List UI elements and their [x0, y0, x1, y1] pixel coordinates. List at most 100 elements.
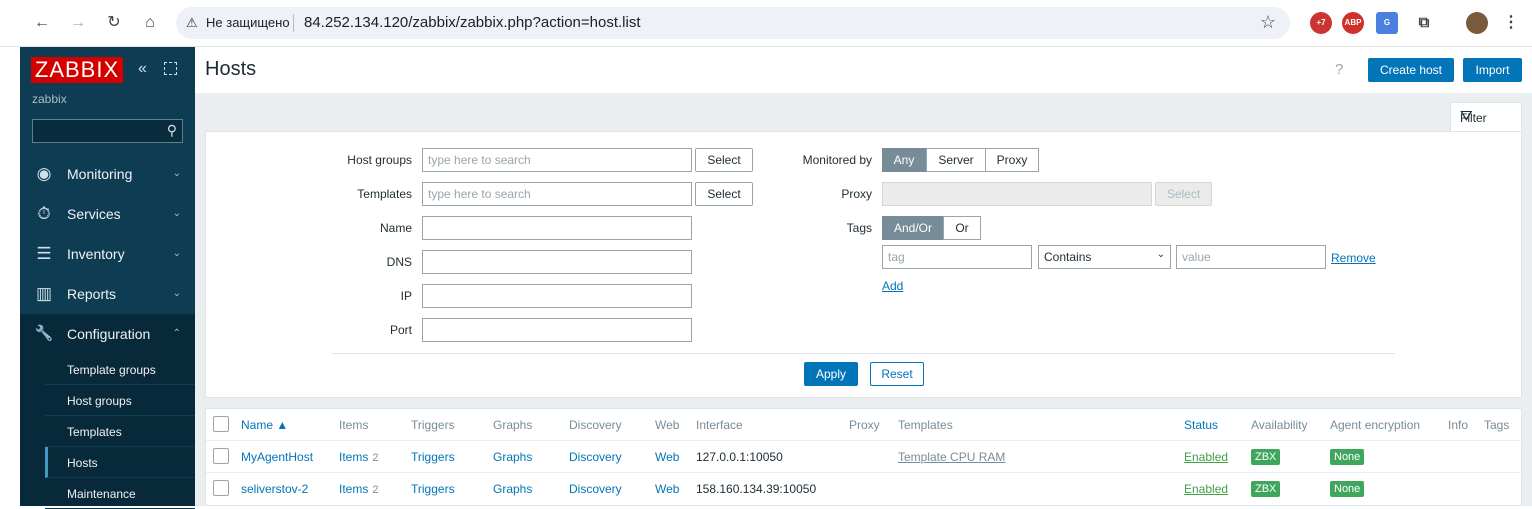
- bookmark-star-icon[interactable]: ☆: [1260, 12, 1276, 33]
- eye-icon: ◉: [36, 164, 52, 183]
- zabbix-logo[interactable]: ZABBIX: [31, 57, 123, 83]
- stopwatch-icon: ⏱: [37, 204, 51, 223]
- search-icon[interactable]: ⚲: [167, 122, 177, 139]
- host-name-link[interactable]: MyAgentHost: [241, 450, 313, 464]
- select-all-checkbox[interactable]: [213, 416, 229, 432]
- tag-value-input[interactable]: value: [1176, 245, 1326, 269]
- triggers-link[interactable]: Triggers: [411, 482, 455, 496]
- tag-input[interactable]: tag: [882, 245, 1032, 269]
- column-header-templates: Templates: [898, 418, 953, 432]
- adblock-icon[interactable]: ABP: [1342, 12, 1364, 34]
- reload-icon[interactable]: ↻: [104, 13, 124, 33]
- home-icon[interactable]: ⌂: [140, 13, 160, 33]
- column-header-status[interactable]: Status: [1184, 418, 1218, 432]
- column-header-name[interactable]: Name ▲: [241, 418, 288, 432]
- create-host-button[interactable]: Create host: [1368, 58, 1454, 82]
- interface-value: 158.160.134.39:10050: [696, 482, 817, 496]
- discovery-link[interactable]: Discovery: [569, 482, 622, 496]
- submenu-templates[interactable]: Templates: [45, 416, 195, 447]
- template-link[interactable]: Template CPU RAM: [898, 450, 1005, 464]
- status-link[interactable]: Enabled: [1184, 482, 1228, 496]
- dns-label: DNS: [386, 255, 412, 269]
- ip-input[interactable]: [422, 284, 692, 308]
- monitored-by-server[interactable]: Server: [926, 148, 986, 172]
- interface-value: 127.0.0.1:10050: [696, 450, 783, 464]
- menu-inventory[interactable]: ☰ Inventory ⌄: [20, 234, 195, 274]
- forward-arrow-icon[interactable]: →: [68, 13, 88, 33]
- items-count: 2: [372, 484, 379, 496]
- submenu-label: Host groups: [67, 394, 132, 408]
- discovery-link[interactable]: Discovery: [569, 450, 622, 464]
- menu-services[interactable]: ⏱ Services ⌄: [20, 194, 195, 234]
- menu-monitoring[interactable]: ◉ Monitoring ⌄: [20, 154, 195, 194]
- chevron-down-icon: ⌄: [172, 248, 181, 259]
- templates-select-button[interactable]: Select: [695, 182, 753, 206]
- tags-or[interactable]: Or: [943, 216, 981, 240]
- profile-avatar[interactable]: [1466, 12, 1488, 34]
- row-checkbox[interactable]: [213, 448, 229, 464]
- items-label: Items: [339, 450, 369, 464]
- graphs-link[interactable]: Graphs: [493, 450, 532, 464]
- proxy-select-button: Select: [1155, 182, 1212, 206]
- chevron-down-icon: ⌄: [1156, 249, 1165, 260]
- translate-icon[interactable]: G: [1376, 12, 1398, 34]
- web-link[interactable]: Web: [655, 450, 679, 464]
- back-arrow-icon[interactable]: ←: [32, 13, 52, 33]
- add-tag-link[interactable]: Add: [882, 279, 903, 293]
- submenu-hosts[interactable]: Hosts: [45, 447, 195, 478]
- remove-tag-link[interactable]: Remove: [1331, 251, 1376, 265]
- templates-input[interactable]: type here to search: [422, 182, 692, 206]
- extension-badge-icon[interactable]: +7: [1310, 12, 1332, 34]
- sidebar-search-input[interactable]: ⚲: [32, 119, 183, 143]
- tags-and-or[interactable]: And/Or: [882, 216, 944, 240]
- filter-tab[interactable]: Filter ⛛: [1450, 102, 1522, 132]
- column-header-web: Web: [655, 418, 680, 432]
- reset-button[interactable]: Reset: [870, 362, 924, 386]
- submenu-label: Templates: [67, 425, 122, 439]
- availability-badge[interactable]: ZBX: [1251, 481, 1281, 497]
- graphs-link[interactable]: Graphs: [493, 482, 532, 496]
- apply-button[interactable]: Apply: [804, 362, 858, 386]
- browser-menu-icon[interactable]: ⋮: [1500, 12, 1522, 34]
- extensions-puzzle-icon[interactable]: ⧉: [1413, 12, 1435, 34]
- row-checkbox[interactable]: [213, 480, 229, 496]
- web-link[interactable]: Web: [655, 482, 679, 496]
- host-groups-select-button[interactable]: Select: [695, 148, 753, 172]
- items-link[interactable]: Items 2: [339, 450, 378, 464]
- divider: [293, 14, 294, 32]
- browser-toolbar: ← → ↻ ⌂ ⚠ Не защищено 84.252.134.120/zab…: [0, 0, 1532, 47]
- menu-configuration[interactable]: 🔧 Configuration ⌃: [20, 314, 195, 354]
- column-header-proxy: Proxy: [849, 418, 880, 432]
- submenu-template-groups[interactable]: Template groups: [45, 354, 195, 385]
- address-bar[interactable]: ⚠ Не защищено 84.252.134.120/zabbix/zabb…: [176, 7, 1290, 39]
- menu-label: Reports: [67, 286, 117, 302]
- items-link[interactable]: Items 2: [339, 482, 378, 496]
- availability-badge[interactable]: ZBX: [1251, 449, 1281, 465]
- name-input[interactable]: [422, 216, 692, 240]
- column-header-graphs: Graphs: [493, 418, 533, 432]
- host-groups-input[interactable]: type here to search: [422, 148, 692, 172]
- menu-label: Monitoring: [67, 166, 133, 182]
- tag-operator-select[interactable]: Contains ⌄: [1038, 245, 1171, 269]
- ip-label: IP: [400, 289, 412, 303]
- monitored-by-label: Monitored by: [802, 153, 872, 167]
- kiosk-mode-icon[interactable]: [164, 62, 177, 75]
- collapse-sidebar-icon[interactable]: «: [138, 60, 147, 78]
- monitored-by-any[interactable]: Any: [882, 148, 926, 172]
- tags-label: Tags: [846, 221, 872, 235]
- triggers-link[interactable]: Triggers: [411, 450, 455, 464]
- help-icon[interactable]: ?: [1335, 61, 1343, 78]
- host-name-link[interactable]: seliverstov-2: [241, 482, 308, 496]
- status-link[interactable]: Enabled: [1184, 450, 1228, 464]
- import-button[interactable]: Import: [1463, 58, 1522, 82]
- column-header-interface: Interface: [696, 418, 743, 432]
- menu-reports[interactable]: ▥ Reports ⌄: [20, 274, 195, 314]
- submenu-maintenance[interactable]: Maintenance: [45, 478, 195, 509]
- dns-input[interactable]: [422, 250, 692, 274]
- url-text[interactable]: 84.252.134.120/zabbix/zabbix.php?action=…: [304, 14, 641, 31]
- submenu-host-groups[interactable]: Host groups: [45, 385, 195, 416]
- monitored-by-proxy[interactable]: Proxy: [985, 148, 1039, 172]
- port-label: Port: [389, 323, 412, 337]
- port-input[interactable]: [422, 318, 692, 342]
- security-status[interactable]: Не защищено: [206, 15, 290, 30]
